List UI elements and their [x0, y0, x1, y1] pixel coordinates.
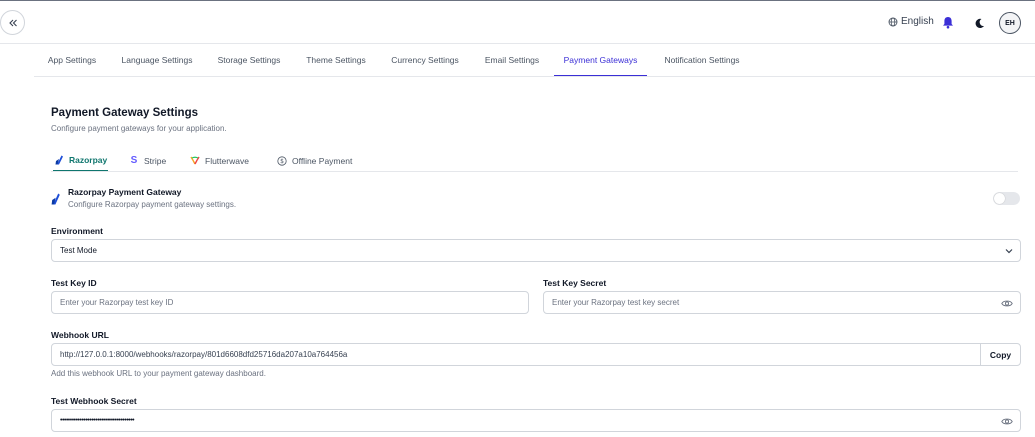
webhook-url-label: Webhook URL — [51, 330, 109, 340]
webhook-help-text: Add this webhook URL to your payment gat… — [51, 369, 266, 378]
webhook-url-input[interactable]: http://127.0.0.1:8000/webhooks/razorpay/… — [51, 343, 981, 366]
tab-offline-payment[interactable]: $ Offline Payment — [276, 150, 353, 171]
tab-theme-settings[interactable]: Theme Settings — [305, 45, 367, 76]
double-chevron-left-icon — [8, 19, 17, 26]
tab-razorpay[interactable]: Razorpay — [53, 150, 109, 171]
globe-icon — [888, 17, 898, 26]
top-bar: English EH — [0, 0, 1035, 44]
test-key-id-label: Test Key ID — [51, 278, 97, 288]
test-key-id-placeholder: Enter your Razorpay test key ID — [60, 298, 174, 307]
page-title: Payment Gateway Settings — [51, 107, 198, 119]
tab-offline-payment-label: Offline Payment — [292, 155, 353, 166]
tab-language-settings[interactable]: Language Settings — [120, 45, 194, 76]
test-key-secret-input[interactable]: Enter your Razorpay test key secret — [543, 291, 1021, 314]
eye-icon[interactable] — [1001, 416, 1013, 427]
razorpay-icon — [54, 155, 64, 165]
chevron-down-icon — [1005, 249, 1013, 254]
test-key-id-input[interactable]: Enter your Razorpay test key ID — [51, 291, 529, 314]
test-key-secret-label: Test Key Secret — [543, 278, 607, 288]
test-webhook-secret-value: •••••••••••••••••••••••••••••••••••••• — [60, 417, 135, 424]
dollar-circle-icon: $ — [277, 155, 287, 166]
tab-stripe-label: Stripe — [144, 155, 167, 166]
collapse-sidebar-button[interactable] — [0, 10, 25, 35]
test-webhook-secret-label: Test Webhook Secret — [51, 396, 137, 406]
page-subtitle: Configure payment gateways for your appl… — [51, 124, 227, 133]
notifications-button[interactable] — [940, 14, 956, 30]
environment-select[interactable]: Test Mode — [51, 239, 1021, 262]
gateway-tabs: Razorpay S Stripe Flutterwave $ Offline … — [51, 150, 1018, 172]
gateway-enable-toggle[interactable] — [993, 192, 1020, 205]
gateway-subtitle: Configure Razorpay payment gateway setti… — [68, 200, 237, 209]
settings-tabs: App Settings Language Settings Storage S… — [34, 45, 1035, 77]
toggle-knob — [994, 193, 1005, 204]
tab-stripe[interactable]: S Stripe — [128, 150, 167, 171]
bell-icon — [943, 16, 953, 28]
environment-label: Environment — [51, 226, 103, 236]
tab-payment-gateways[interactable]: Payment Gateways — [554, 45, 647, 76]
gateway-title: Razorpay Payment Gateway — [68, 187, 182, 197]
language-label: English — [901, 16, 934, 27]
user-avatar[interactable]: EH — [999, 12, 1021, 34]
tab-flutterwave-label: Flutterwave — [205, 155, 249, 166]
tab-storage-settings[interactable]: Storage Settings — [216, 45, 282, 76]
theme-toggle-button[interactable] — [971, 15, 987, 31]
razorpay-logo-icon — [51, 193, 60, 205]
svg-text:$: $ — [280, 158, 284, 165]
tab-notification-settings[interactable]: Notification Settings — [661, 45, 743, 76]
tab-currency-settings[interactable]: Currency Settings — [390, 45, 460, 76]
copy-webhook-button[interactable]: Copy — [980, 343, 1021, 366]
tab-razorpay-label: Razorpay — [69, 155, 108, 165]
tab-flutterwave[interactable]: Flutterwave — [189, 150, 250, 171]
tab-app-settings[interactable]: App Settings — [46, 45, 98, 76]
test-webhook-secret-input[interactable]: •••••••••••••••••••••••••••••••••••••• — [51, 409, 1021, 432]
eye-icon[interactable] — [1001, 298, 1013, 309]
test-key-secret-placeholder: Enter your Razorpay test key secret — [552, 298, 680, 307]
language-selector[interactable]: English — [888, 16, 934, 27]
webhook-url-value: http://127.0.0.1:8000/webhooks/razorpay/… — [60, 350, 348, 359]
stripe-icon: S — [130, 155, 138, 166]
environment-value: Test Mode — [60, 246, 97, 255]
flutterwave-icon — [190, 156, 200, 166]
tab-email-settings[interactable]: Email Settings — [483, 45, 541, 76]
moon-icon — [975, 18, 984, 28]
